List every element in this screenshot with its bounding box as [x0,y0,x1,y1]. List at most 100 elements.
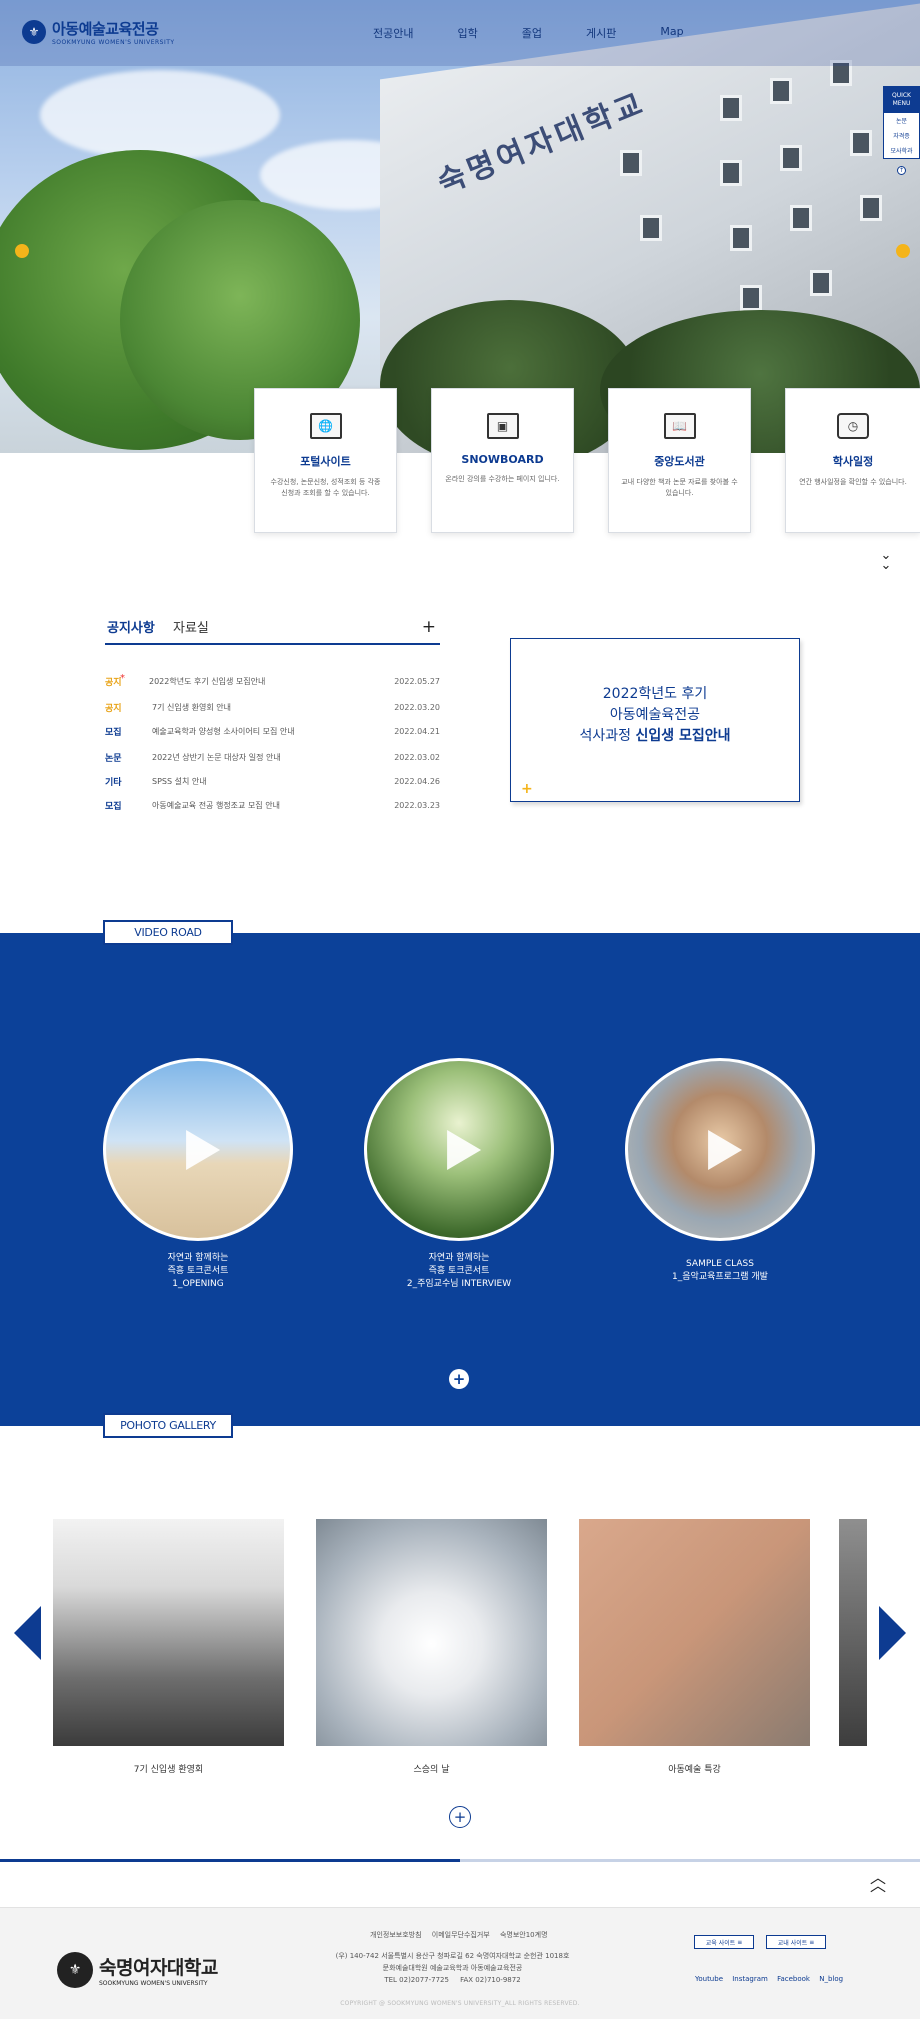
notice-title[interactable]: 7기 신입생 환영회 안내 [152,702,390,713]
footer-university-name: 숙명여자대학교 [99,1957,218,1979]
gallery-more-button[interactable]: + [449,1806,471,1828]
gallery-progress-fill [0,1859,460,1862]
gallery-photo-teachers-day[interactable] [316,1519,547,1746]
service-card-portal[interactable]: 🌐 포털사이트 수강신청, 논문신청, 성적조회 등 각종 신청과 조회를 할 … [254,388,397,533]
sns-blog[interactable]: N_blog [819,1975,843,1983]
video-more-button[interactable]: + [449,1369,469,1389]
video-thumb-opening[interactable] [103,1058,293,1241]
notice-category: 기타 [105,777,122,788]
gallery-photo-partial[interactable] [839,1519,867,1746]
footer-links: 개인정보보호방침 이메일무단수집거부 숙명보안10계명 [370,1930,556,1940]
notice-title[interactable]: 아동예술교육 전공 행정조교 모집 안내 [152,800,390,811]
promo-plus-icon: + [521,781,533,797]
card-title: 포털사이트 [300,455,351,468]
service-card-snowboard[interactable]: ▣ SNOWBOARD 온라인 강의를 수강하는 페이지 입니다. [431,388,574,533]
quick-item-certificate[interactable]: 자격증 [884,128,919,143]
quick-menu: QUICK MENU 논문 자격증 모사학과 [883,86,920,159]
nav-item-board[interactable]: 게시판 [586,25,616,41]
footer-address: (우) 140-742 서울특별시 용산구 청파로길 62 숙명여자대학교 순헌… [335,1952,570,1984]
gallery-caption: 7기 신입생 환영회 [133,1765,204,1775]
promo-line2: 아동예술육전공 [609,707,701,723]
notice-row[interactable]: 논문 2022년 상반기 논문 대상자 일정 안내 2022.03.02 [105,747,440,767]
notice-row[interactable]: 모집 아동예술교육 전공 행정조교 모집 안내 2022.03.23 [105,795,440,815]
notice-category: 논문 [105,753,122,764]
gallery-next-arrow-icon[interactable] [879,1606,906,1660]
slide-dot-prev[interactable] [15,244,29,258]
logo-subtitle: SOOKMYUNG WOMEN'S UNIVERSITY [52,39,175,46]
video-caption-interview: 자연과 함께하는 즉흥 토크콘서트 2_주임교수님 INTERVIEW [406,1253,512,1289]
gallery-progress-bar [0,1859,920,1862]
notice-title[interactable]: 예술교육학과 양성형 소사이어티 모집 안내 [152,726,390,737]
footer-copyright: COPYRIGHT @ SOOKMYUNG WOMEN'S UNIVERSITY… [340,2000,580,2007]
new-star-icon: * [120,672,125,684]
photo-gallery-label: POHOTO GALLERY [103,1413,233,1438]
notice-title[interactable]: 2022학년도 후기 신입생 모집안내 [149,676,390,687]
notice-title[interactable]: 2022년 상반기 논문 대상자 일정 안내 [152,752,390,763]
quick-menu-title-line1: QUICK [891,92,911,99]
sns-instagram[interactable]: Instagram [732,1975,768,1983]
sns-youtube[interactable]: Youtube [695,1975,723,1983]
admission-promo-banner[interactable]: 2022학년도 후기 아동예술육전공 석사과정 신입생 모집안내 + [510,638,800,802]
hero-banner: 숙명여자대학교 ⚜ 아동예술교육전공 SOOKMYUNG WOMEN'S UNI… [0,0,920,453]
video-thumb-interview[interactable] [364,1058,554,1241]
notice-row[interactable]: 모집 예술교육학과 양성형 소사이어티 모집 안내 2022.04.21 [105,721,440,741]
campus-site-select[interactable]: 교내 사이트 ≡ [766,1935,826,1949]
notice-category: 공지 [105,703,122,714]
slide-dot-next[interactable] [896,244,910,258]
card-description: 교내 다양한 책과 논문 자료를 찾아볼 수 있습니다. [621,478,738,497]
notice-more-button[interactable]: + [422,617,436,637]
clock-icon: ◷ [837,413,869,439]
notice-row[interactable]: 공지 * 2022학년도 후기 신입생 모집안내 2022.05.27 [105,671,440,691]
university-emblem-icon: ⚜ [57,1952,93,1988]
footer-university-sub: SOOKMYUNG WOMEN'S UNIVERSITY [99,1980,208,1987]
play-icon [708,1129,743,1170]
gallery-caption: 아동예술 특강 [668,1765,721,1775]
quick-menu-title: QUICK MENU [884,87,919,113]
notice-date: 2022.03.23 [394,800,440,810]
footer-link-security[interactable]: 숙명보안10계명 [500,1931,548,1939]
sns-facebook[interactable]: Facebook [777,1975,810,1983]
quick-item-department[interactable]: 모사학과 [884,143,919,158]
notice-date: 2022.03.20 [394,702,440,712]
card-description: 수강신청, 논문신청, 성적조회 등 각종 신청과 조회를 할 수 있습니다. [270,478,381,497]
promo-line3: 석사과정 신입생 모집안내 [579,728,731,744]
service-card-schedule[interactable]: ◷ 학사일정 연간 행사일정을 확인할 수 있습니다. [785,388,920,533]
notice-title[interactable]: SPSS 설치 안내 [152,776,390,787]
nav-item-graduation[interactable]: 졸업 [522,25,542,41]
tab-notice[interactable]: 공지사항 [107,617,155,636]
nav-item-admission[interactable]: 입학 [457,25,477,41]
notice-date: 2022.05.27 [394,676,440,686]
video-caption-sample-class: SAMPLE CLASS 1_음악교육프로그램 개발 [672,1259,768,1282]
site-logo[interactable]: ⚜ 아동예술교육전공 SOOKMYUNG WOMEN'S UNIVERSITY [22,18,175,46]
notice-tabs: 공지사항 자료실 + [105,617,440,645]
edu-site-select[interactable]: 교육 사이트 ≡ [694,1935,754,1949]
video-road-label: VIDEO ROAD [103,920,233,945]
quick-item-thesis[interactable]: 논문 [884,113,919,128]
card-description: 연간 행사일정을 확인할 수 있습니다. [799,478,907,486]
nav-item-map[interactable]: Map [660,25,683,41]
back-to-top-icon[interactable]: ︿ ︿ [870,1870,886,1894]
nav-item-major[interactable]: 전공안내 [373,25,413,41]
quick-menu-top-icon[interactable]: ↑ [897,166,906,175]
card-description: 온라인 강의를 수강하는 페이지 입니다. [445,475,560,483]
scroll-down-chevron-icon[interactable]: ⌄ ⌄ [878,549,894,572]
card-title: 중앙도서관 [654,455,705,468]
online-class-icon: ▣ [486,413,519,439]
footer-link-email[interactable]: 이메일무단수집거부 [432,1931,490,1939]
notice-date: 2022.04.21 [394,726,440,736]
notice-row[interactable]: 공지 7기 신입생 환영회 안내 2022.03.20 [105,697,440,717]
tab-resources[interactable]: 자료실 [173,617,209,636]
video-thumb-sample-class[interactable] [625,1058,815,1241]
gallery-prev-arrow-icon[interactable] [14,1606,41,1660]
www-icon: 🌐 [309,413,342,439]
book-icon: 📖 [663,413,696,439]
footer-sns-links: Youtube Instagram Facebook N_blog [695,1975,850,1983]
notice-row[interactable]: 기타 SPSS 설치 안내 2022.04.26 [105,771,440,791]
gallery-photo-welcome[interactable] [53,1519,284,1746]
site-footer: ⚜ 숙명여자대학교 SOOKMYUNG WOMEN'S UNIVERSITY 개… [0,1907,920,2019]
gallery-photo-lecture[interactable] [579,1519,810,1746]
logo-title: 아동예술교육전공 [52,20,159,38]
footer-link-privacy[interactable]: 개인정보보호방침 [370,1931,422,1939]
main-navigation: 전공안내 입학 졸업 게시판 Map [373,25,728,41]
service-card-library[interactable]: 📖 중앙도서관 교내 다양한 책과 논문 자료를 찾아볼 수 있습니다. [608,388,751,533]
